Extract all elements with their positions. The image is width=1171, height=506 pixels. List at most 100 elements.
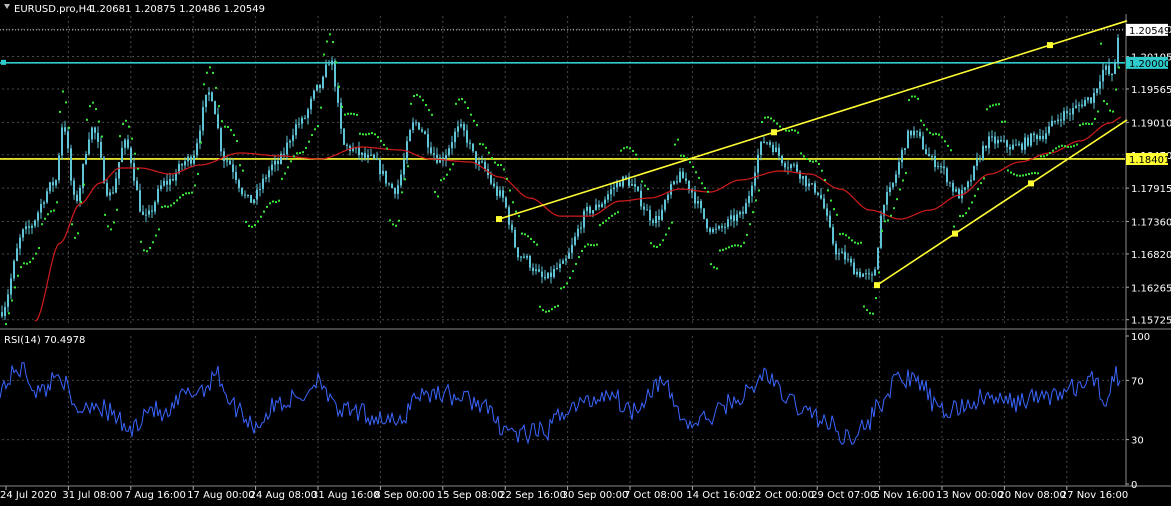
- collapse-arrow-icon[interactable]: [4, 4, 10, 9]
- candle-body: [643, 206, 645, 210]
- sar-dot: [464, 101, 466, 104]
- trendline-handle[interactable]: [771, 129, 777, 136]
- sar-dot: [1118, 66, 1120, 69]
- sar-dot: [473, 119, 475, 122]
- candle-body: [70, 148, 72, 181]
- sar-dot: [665, 233, 667, 236]
- candle-body: [943, 166, 945, 169]
- candle-body: [1111, 74, 1113, 76]
- candle-body: [226, 160, 228, 162]
- candle-body: [919, 131, 921, 137]
- candle-body: [1090, 97, 1092, 103]
- sar-dot: [185, 192, 187, 195]
- candle-body: [901, 149, 903, 163]
- sar-dot: [29, 261, 31, 264]
- trendline-1[interactable]: [498, 20, 1128, 220]
- candle-body: [433, 153, 435, 155]
- candle-body: [367, 154, 369, 158]
- candle-body: [304, 117, 306, 119]
- sar-dot: [788, 129, 790, 132]
- candle-body: [523, 256, 525, 258]
- sar-dot: [836, 213, 838, 216]
- sar-dot: [326, 40, 328, 43]
- sar-dot: [179, 196, 181, 199]
- level-handle[interactable]: [1, 59, 6, 65]
- sar-dot: [278, 199, 280, 202]
- candle-body: [169, 179, 171, 185]
- candle-body: [319, 84, 321, 89]
- candle-body: [898, 162, 900, 175]
- candle-body: [967, 181, 969, 188]
- candle-body: [496, 186, 498, 196]
- candle-body: [682, 171, 684, 179]
- sar-dot: [1115, 88, 1117, 91]
- candle-body: [718, 226, 720, 229]
- trendline-handle[interactable]: [874, 282, 880, 289]
- candle-body: [175, 173, 177, 181]
- sar-dot: [344, 113, 346, 116]
- candle-body: [772, 144, 774, 153]
- sar-dot: [794, 129, 796, 132]
- candle-body: [988, 136, 990, 149]
- candle-body: [136, 180, 138, 191]
- sar-dot: [245, 220, 247, 223]
- sar-dot: [857, 242, 859, 245]
- sar-dot: [692, 165, 694, 168]
- sar-dot: [434, 191, 436, 194]
- candle-body: [571, 244, 573, 253]
- sar-dot: [923, 124, 925, 127]
- candle-body: [514, 229, 516, 248]
- sar-dot: [674, 143, 676, 146]
- sar-dot: [878, 271, 880, 274]
- candle-body: [328, 64, 330, 66]
- sar-dot: [122, 123, 124, 126]
- candle-body: [28, 226, 30, 228]
- candle-body: [694, 192, 696, 204]
- sar-dot: [752, 211, 754, 214]
- trendline-handle[interactable]: [952, 230, 958, 237]
- candle-body: [940, 165, 942, 167]
- candle-body: [334, 60, 336, 87]
- sar-dot: [566, 282, 568, 285]
- candle-body: [151, 210, 153, 212]
- candle-body: [79, 187, 81, 201]
- x-tick-label: 5 Nov 16:00: [874, 490, 935, 501]
- grid: [0, 14, 1171, 487]
- sar-dot: [362, 133, 364, 136]
- sar-dot: [458, 98, 460, 101]
- candle-body: [181, 164, 183, 166]
- candle-body: [646, 209, 648, 211]
- x-tick-label: 22 Sep 16:00: [499, 490, 566, 501]
- sar-dot: [599, 224, 601, 227]
- trendline-handle[interactable]: [1047, 42, 1053, 49]
- candle-body: [790, 164, 792, 168]
- sar-dot: [467, 106, 469, 109]
- candle-body: [886, 191, 888, 205]
- candle-body: [160, 185, 162, 189]
- candle-body: [190, 156, 192, 164]
- candle-body: [238, 180, 240, 188]
- chart-window[interactable]: 24 Jul 2020 31 Jul 08:00 7 Aug 16:00 17 Aug…: [0, 0, 1171, 506]
- sar-dot: [863, 305, 865, 308]
- sar-dot: [269, 202, 271, 205]
- candle-body: [430, 147, 432, 154]
- sar-dot: [551, 308, 553, 311]
- candle-body: [970, 180, 972, 182]
- candle-body: [796, 164, 798, 172]
- sar-dot: [935, 132, 937, 135]
- candle-body: [946, 168, 948, 183]
- candle-body: [583, 210, 585, 228]
- trendline-2[interactable]: [876, 119, 1128, 286]
- trendline-handle[interactable]: [1028, 180, 1034, 187]
- sar-dot: [200, 141, 202, 144]
- chart-canvas[interactable]: 24 Jul 2020 31 Jul 08:00 7 Aug 16:00 17 Aug…: [0, 0, 1171, 506]
- candle-body: [232, 164, 234, 173]
- candle-body: [997, 139, 999, 144]
- candle-body: [601, 203, 603, 208]
- trendline-handle[interactable]: [496, 216, 502, 223]
- sar-dot: [695, 171, 697, 174]
- candle-body: [979, 158, 981, 160]
- sar-dot: [518, 215, 520, 218]
- candle-body: [271, 164, 273, 171]
- sar-dot: [1061, 144, 1063, 147]
